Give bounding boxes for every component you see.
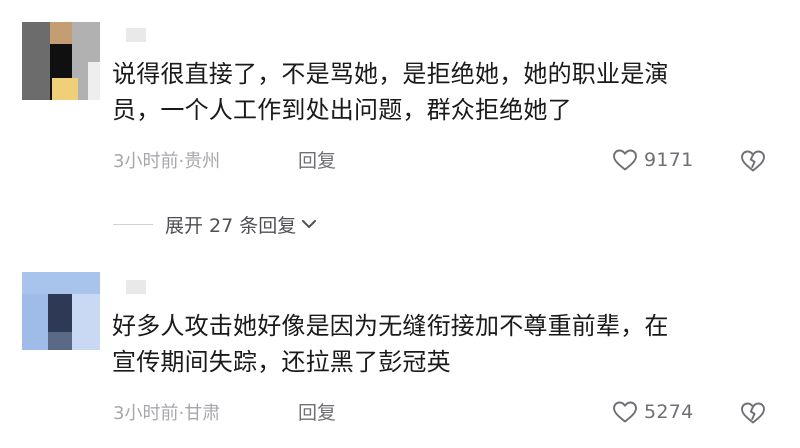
comment-meta: 3小时前·甘肃: [113, 399, 220, 425]
comment-text-line: 员，一个人工作到处出问题，群众拒绝她了: [112, 96, 572, 124]
expand-divider-line: [113, 223, 153, 225]
username[interactable]: [126, 28, 146, 42]
dislike-button[interactable]: [738, 146, 768, 174]
comment-time: 3小时前: [113, 151, 179, 172]
comment-item: 好多人攻击她好像是因为无缝衔接加不尊重前辈，在 宣传期间失踪，还拉黑了彭冠英 3…: [0, 248, 800, 448]
comment-time: 3小时前: [113, 403, 179, 424]
comment-text: 好多人攻击她好像是因为无缝衔接加不尊重前辈，在 宣传期间失踪，还拉黑了彭冠英: [112, 308, 772, 380]
like-button[interactable]: 9171: [612, 146, 694, 174]
expand-replies-label: 展开 27 条回复: [165, 214, 297, 237]
comment-meta: 3小时前·贵州: [113, 147, 220, 173]
avatar[interactable]: [22, 272, 100, 350]
chevron-down-icon: [302, 220, 317, 228]
comment-location: 贵州: [184, 151, 221, 172]
reply-button[interactable]: 回复: [298, 146, 336, 173]
broken-heart-icon: [741, 402, 765, 424]
broken-heart-icon: [741, 150, 765, 172]
like-button[interactable]: 5274: [612, 398, 694, 426]
comment-text: 说得很直接了，不是骂她，是拒绝她，她的职业是演 员，一个人工作到处出问题，群众拒…: [112, 56, 772, 128]
dislike-button[interactable]: [738, 398, 768, 426]
comment-text-line: 宣传期间失踪，还拉黑了彭冠英: [112, 348, 451, 376]
avatar-blur: [52, 78, 78, 100]
like-count: 9171: [644, 149, 694, 171]
comment-text-line: 好多人攻击她好像是因为无缝衔接加不尊重前辈，在: [112, 312, 669, 340]
reply-button[interactable]: 回复: [298, 398, 336, 425]
comment-item: 说得很直接了，不是骂她，是拒绝她，她的职业是演 员，一个人工作到处出问题，群众拒…: [0, 0, 800, 200]
heart-outline-icon: [613, 401, 637, 423]
expand-replies-button[interactable]: 展开 27 条回复: [113, 208, 319, 240]
comment-text-line: 说得很直接了，不是骂她，是拒绝她，她的职业是演: [112, 60, 669, 88]
username[interactable]: [126, 280, 146, 294]
like-count: 5274: [644, 401, 694, 423]
comment-location: 甘肃: [184, 403, 221, 424]
heart-outline-icon: [613, 149, 637, 171]
